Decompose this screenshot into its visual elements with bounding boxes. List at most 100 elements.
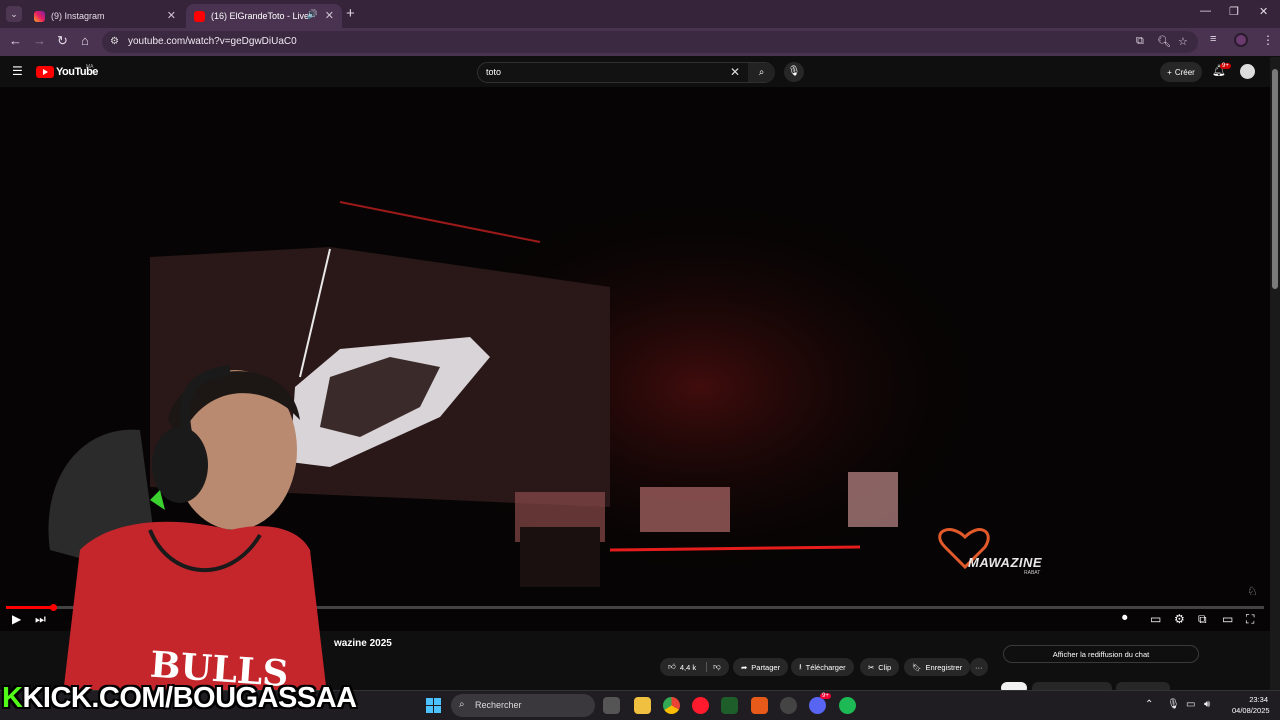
close-window-icon[interactable]: ✕	[1259, 5, 1268, 18]
streamer-webcam-overlay: BULLS	[48, 365, 330, 720]
share-icon: ➦	[741, 662, 748, 672]
clip-label: Clip	[878, 662, 892, 672]
kick-logo: K	[2, 682, 23, 714]
volume-icon[interactable]: 🔊︎	[1204, 699, 1210, 710]
tab-instagram[interactable]: (9) Instagram ✕	[26, 4, 184, 28]
back-icon[interactable]: ←	[9, 33, 22, 48]
discord-badge: 9+	[820, 693, 831, 699]
save-button[interactable]: 🔖︎ Enregistrer	[904, 658, 971, 676]
tab-label: (9) Instagram	[51, 11, 105, 21]
scissors-icon: ✂	[868, 662, 875, 672]
like-count: 4,4 k	[679, 662, 697, 672]
menu-kebab-icon[interactable]: ⋮	[1262, 33, 1274, 47]
mawazine-watermark: MAWAZINE	[968, 555, 1043, 570]
new-tab-button[interactable]: +	[346, 5, 355, 22]
search-box[interactable]: toto ✕ ⌕	[477, 62, 775, 83]
search-input[interactable]: toto	[486, 67, 501, 77]
forward-icon[interactable]: →	[33, 33, 46, 48]
mawazine-watermark-sub: RABAT	[1024, 570, 1041, 576]
plus-icon: +	[1167, 67, 1172, 77]
side-screen-center	[640, 487, 730, 532]
youtube-header: ☰ YouTube MA toto ✕ ⌕ 🎙︎ + Créer 🔔︎ 9+	[0, 57, 1270, 87]
site-info-icon[interactable]: ⚙	[110, 36, 119, 47]
kick-url: KICK.COM/BOUGASSAA	[22, 682, 357, 714]
instagram-icon	[34, 10, 45, 22]
url-text: youtube.com/watch?v=geDgwDiUaC0	[128, 36, 297, 47]
close-tab-icon[interactable]: ✕	[167, 9, 176, 22]
hamburger-menu-icon[interactable]: ☰	[12, 64, 23, 78]
spotify-icon[interactable]	[839, 697, 856, 714]
microphone-icon[interactable]: 🎙︎	[1167, 699, 1180, 710]
share-label: Partager	[751, 662, 781, 672]
close-tab-icon[interactable]: ✕	[325, 9, 334, 22]
restore-icon[interactable]: ❐	[1229, 5, 1239, 18]
tab-youtube[interactable]: (16) ElGrandeToto - Live fro 🔊 ✕	[186, 4, 342, 28]
notification-badge: 9+	[1220, 63, 1231, 69]
opera-icon[interactable]	[692, 697, 709, 714]
settings-gear-icon[interactable]: ⚙	[1174, 612, 1185, 626]
taskbar-clock[interactable]: 23:34 04/08/2025	[1232, 694, 1270, 716]
profile-avatar[interactable]	[1234, 33, 1248, 47]
more-icon: ···	[975, 662, 983, 672]
thumb-up-icon: 👍︎	[668, 662, 676, 671]
download-button[interactable]: ⭳ Télécharger	[791, 658, 854, 676]
subtitles-icon[interactable]: ▭	[1150, 612, 1161, 626]
clock-date: 04/08/2025	[1232, 706, 1270, 715]
tray-chevron-icon[interactable]: ⌃	[1145, 699, 1153, 710]
tab-label: (16) ElGrandeToto - Live fro	[211, 11, 311, 21]
youtube-icon	[194, 10, 205, 22]
create-button[interactable]: + Créer	[1160, 62, 1202, 82]
search-icon: ⌕	[459, 699, 465, 710]
address-bar[interactable]: ⚙ youtube.com/watch?v=geDgwDiUaC0 ⧉ 🔍︎ ☆	[102, 31, 1198, 53]
file-explorer-icon[interactable]	[634, 697, 651, 714]
account-avatar[interactable]	[1240, 64, 1255, 79]
more-actions-button[interactable]: ···	[970, 658, 988, 676]
zoom-icon[interactable]: 🔍︎	[1157, 35, 1171, 48]
obs-icon[interactable]	[780, 697, 797, 714]
show-chat-replay-button[interactable]: Afficher la rediffusion du chat	[1003, 645, 1199, 663]
side-screen-right	[848, 472, 898, 527]
game-launcher-icon[interactable]	[721, 697, 738, 714]
download-label: Télécharger	[805, 662, 846, 672]
home-icon[interactable]: ⌂	[81, 33, 89, 48]
browser-toolbar: ← → ↻ ⌂ ⚙ youtube.com/watch?v=geDgwDiUaC…	[0, 28, 1280, 56]
discord-icon[interactable]	[809, 697, 826, 714]
bookmark-icon: 🔖︎	[912, 662, 922, 672]
cast-logo-icon: ♘	[1247, 584, 1258, 598]
like-button[interactable]: 👍︎ 4,4 k 👎︎	[660, 658, 729, 676]
search-button[interactable]: ⌕	[748, 63, 775, 82]
bookmark-star-icon[interactable]: ☆	[1178, 35, 1188, 48]
share-button[interactable]: ➦ Partager	[733, 658, 789, 676]
theater-mode-icon[interactable]: ▭	[1222, 612, 1233, 626]
app-icon[interactable]	[751, 697, 768, 714]
kick-channel-overlay: KKICK.COM/BOUGASSAA	[2, 682, 357, 715]
scrollbar-thumb[interactable]	[1272, 69, 1278, 289]
create-label: Créer	[1174, 67, 1195, 77]
task-view-icon[interactable]	[603, 697, 620, 714]
taskbar-search[interactable]: ⌕ Rechercher	[451, 694, 595, 717]
clock-time: 23:34	[1249, 695, 1268, 704]
voice-search-mic-icon[interactable]: 🎙︎	[784, 62, 804, 82]
taskbar-search-placeholder: Rechercher	[475, 700, 522, 710]
page-scrollbar[interactable]	[1270, 57, 1280, 690]
thumb-down-icon[interactable]: 👎︎	[706, 662, 721, 672]
autoplay-toggle[interactable]: ⏺︎	[1122, 612, 1128, 625]
download-icon: ⭳	[799, 661, 802, 671]
region-code: MA	[86, 64, 94, 70]
fullscreen-icon[interactable]: ⛶	[1246, 612, 1254, 627]
save-label: Enregistrer	[925, 662, 963, 672]
install-app-icon[interactable]: ⧉	[1136, 35, 1144, 48]
clear-search-icon[interactable]: ✕	[730, 65, 740, 79]
tab-search-button[interactable]: ⌄	[6, 6, 22, 22]
chrome-icon[interactable]	[663, 697, 680, 714]
windows-start-icon[interactable]	[426, 698, 441, 713]
network-icon[interactable]: ▭	[1186, 699, 1195, 710]
miniplayer-icon[interactable]: ⧉	[1198, 612, 1207, 627]
youtube-logo-icon[interactable]	[36, 66, 54, 78]
reading-list-icon[interactable]: ≡	[1210, 33, 1216, 45]
clip-button[interactable]: ✂ Clip	[860, 658, 900, 676]
reload-icon[interactable]: ↻	[57, 33, 68, 49]
browser-tab-bar: ⌄ (9) Instagram ✕ (16) ElGrandeToto - Li…	[0, 0, 1280, 28]
minimize-icon[interactable]: —	[1200, 5, 1211, 17]
audio-playing-icon[interactable]: 🔊	[307, 9, 318, 20]
